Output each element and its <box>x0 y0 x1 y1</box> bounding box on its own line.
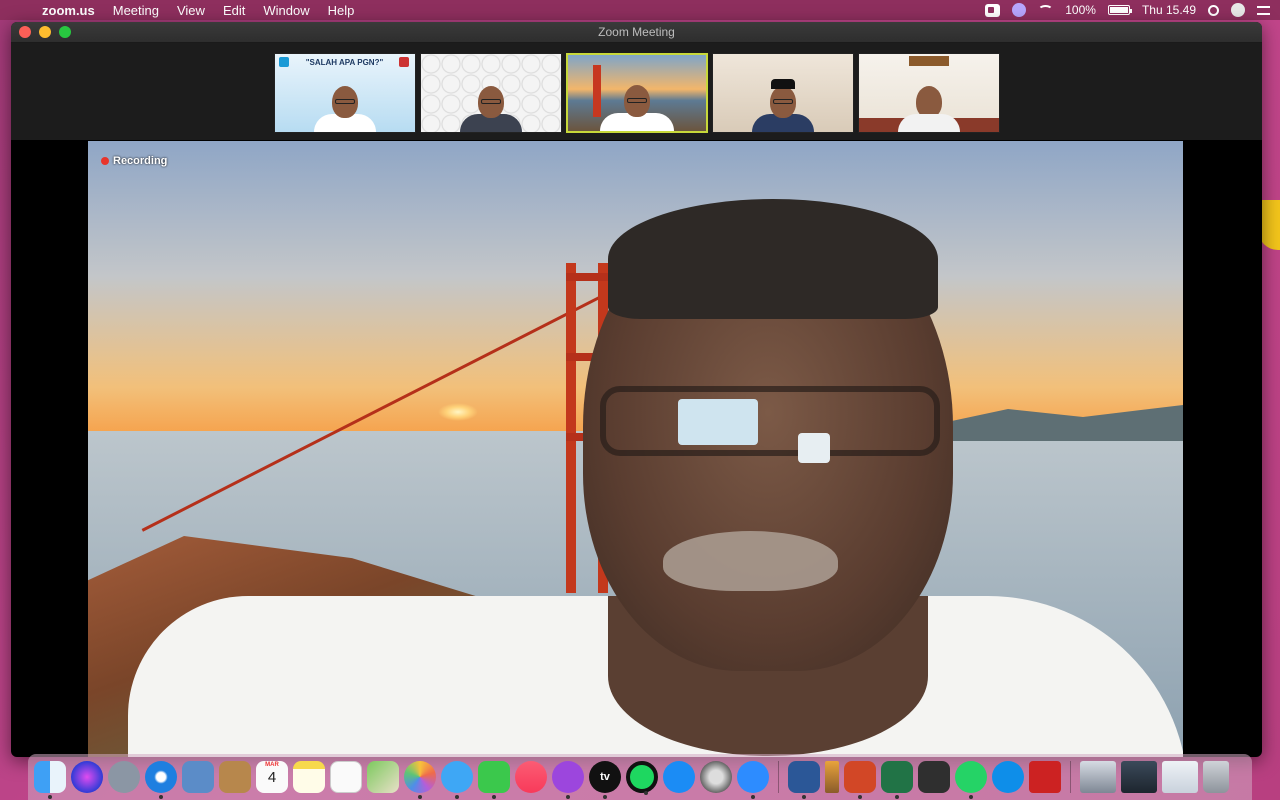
calculator-icon[interactable] <box>918 761 950 793</box>
trash-icon[interactable] <box>1203 761 1229 793</box>
speaker-glasses <box>600 386 940 456</box>
facetime-icon[interactable] <box>478 761 510 799</box>
glasses-glare <box>678 399 758 445</box>
app-store-icon[interactable] <box>663 761 695 793</box>
tv-label: tv <box>600 771 610 783</box>
dock: MAR 4 tv <box>28 754 1252 800</box>
battery-percent[interactable]: 100% <box>1065 3 1096 17</box>
menu-edit[interactable]: Edit <box>223 3 245 18</box>
glasses-glare-small <box>798 433 830 463</box>
notes-icon[interactable] <box>293 761 325 793</box>
recording-label: Recording <box>113 155 168 167</box>
calendar-day: 4 <box>267 768 277 786</box>
menu-bar: zoom.us Meeting View Edit Window Help 10… <box>0 0 1280 20</box>
photos-icon[interactable] <box>404 761 436 799</box>
parallels-icon[interactable] <box>1029 761 1061 793</box>
microsoft-excel-icon[interactable] <box>881 761 913 799</box>
apple-tv-icon[interactable]: tv <box>589 761 621 799</box>
safari-icon[interactable] <box>145 761 177 799</box>
zoom-meeting-window: Zoom Meeting "SALAH APA PGN?" Recording <box>11 22 1262 757</box>
maps-icon[interactable] <box>367 761 399 793</box>
podcasts-icon[interactable] <box>552 761 584 799</box>
recording-indicator[interactable]: Recording <box>101 155 167 167</box>
menu-clock[interactable]: Thu 15.49 <box>1142 3 1196 17</box>
messages-icon[interactable] <box>441 761 473 799</box>
window-titlebar[interactable]: Zoom Meeting <box>11 22 1262 43</box>
user-account-icon[interactable] <box>1231 3 1245 17</box>
participant-tile-1[interactable]: "SALAH APA PGN?" <box>273 52 416 133</box>
menu-app-name[interactable]: zoom.us <box>42 3 95 18</box>
launchpad-icon[interactable] <box>108 761 140 793</box>
participant-video <box>459 85 522 132</box>
menu-extras: 100% Thu 15.49 <box>985 3 1270 17</box>
participant-video <box>897 85 960 132</box>
microsoft-powerpoint-icon[interactable] <box>844 761 876 799</box>
dock-separator <box>1070 761 1071 793</box>
contacts-icon[interactable] <box>219 761 251 793</box>
screenshot-thumbnail-1[interactable] <box>1080 761 1116 793</box>
whatsapp-icon[interactable] <box>955 761 987 799</box>
battery-icon[interactable] <box>1107 5 1132 15</box>
participant-tile-5[interactable] <box>857 52 1000 133</box>
mail-icon[interactable] <box>182 761 214 793</box>
reminders-icon[interactable] <box>330 761 362 793</box>
screenshot-thumbnail-3[interactable] <box>1162 761 1198 793</box>
picture-frame <box>908 55 949 66</box>
speaker-mustache <box>663 531 838 591</box>
zoom-status-icon[interactable] <box>985 3 1001 17</box>
participant-tile-4[interactable] <box>711 52 854 133</box>
screenshot-thumbnail-2[interactable] <box>1121 761 1157 793</box>
teamviewer-icon[interactable] <box>992 761 1024 793</box>
speaker-hair <box>608 199 938 319</box>
sunset-sun <box>438 403 478 421</box>
zoom-app-icon[interactable] <box>737 761 769 799</box>
participant-tile-3-active-speaker[interactable] <box>565 52 708 133</box>
participant-video <box>313 85 376 132</box>
calendar-icon[interactable]: MAR 4 <box>256 761 288 793</box>
microsoft-word-icon[interactable] <box>788 761 820 799</box>
window-title: Zoom Meeting <box>598 25 675 39</box>
menu-meeting[interactable]: Meeting <box>113 3 159 18</box>
dock-separator <box>778 761 779 793</box>
notification-center-icon[interactable] <box>1257 5 1270 15</box>
participant-video <box>599 84 674 131</box>
spotlight-search-icon[interactable] <box>1208 4 1219 16</box>
pencil-app-icon[interactable] <box>825 761 839 793</box>
music-icon[interactable] <box>515 761 547 793</box>
finder-icon[interactable] <box>34 761 66 799</box>
messenger-status-icon[interactable] <box>1012 3 1027 17</box>
spotify-icon[interactable] <box>626 761 658 795</box>
participant-thumbnail-strip: "SALAH APA PGN?" <box>11 43 1262 140</box>
menu-help[interactable]: Help <box>328 3 355 18</box>
recording-dot-icon <box>101 157 109 165</box>
participant-video <box>751 78 814 132</box>
siri-icon[interactable] <box>71 761 103 793</box>
far-hills <box>933 405 1183 441</box>
active-speaker-video[interactable]: Recording <box>88 141 1183 757</box>
wifi-icon[interactable] <box>1038 5 1054 15</box>
menu-view[interactable]: View <box>177 3 205 18</box>
menu-window[interactable]: Window <box>263 3 309 18</box>
system-preferences-icon[interactable] <box>700 761 732 793</box>
slide-title: "SALAH APA PGN?" <box>305 57 384 67</box>
participant-tile-2[interactable] <box>419 52 562 133</box>
calendar-month: MAR <box>265 762 279 768</box>
